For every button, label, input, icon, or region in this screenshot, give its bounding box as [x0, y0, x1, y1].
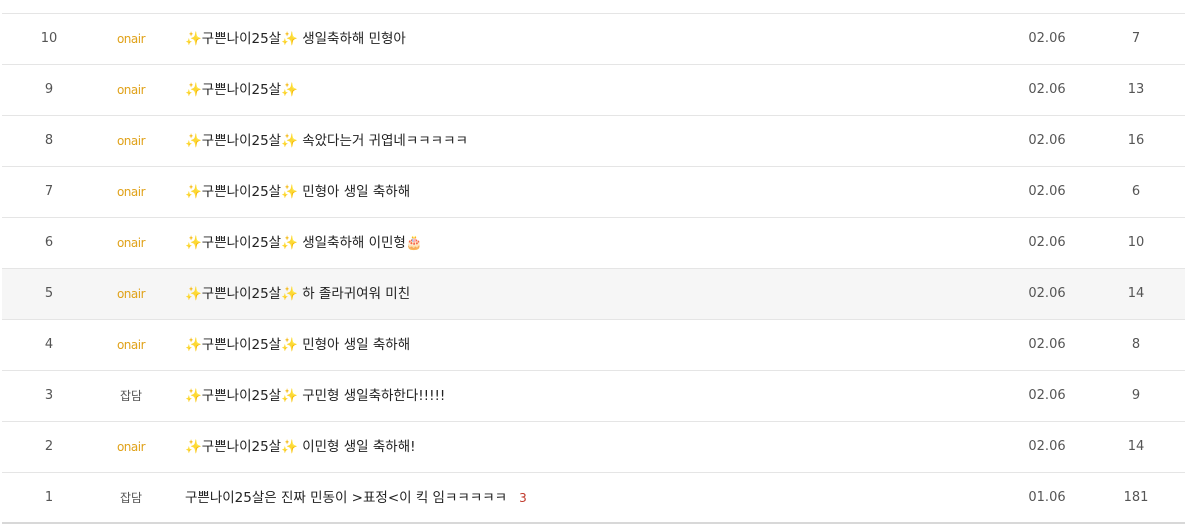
post-date: 02.06	[1028, 31, 1066, 46]
post-title-link[interactable]: ✨구쁜나이25살✨ 속았다는거 귀엽네ㅋㅋㅋㅋㅋ	[185, 133, 468, 149]
post-title-cell: ✨구쁜나이25살✨ 이민형 생일 축하해!	[185, 422, 416, 472]
post-title-cell: ✨구쁜나이25살✨ 민형아 생일 축하해	[185, 320, 410, 370]
table-row[interactable]: 3 잡담 ✨구쁜나이25살✨ 구민형 생일축하한다!!!!! 02.06 9	[2, 371, 1185, 422]
view-count: 16	[1127, 133, 1145, 148]
post-title-link[interactable]: 구쁜나이25살은 진짜 민동이 >표정<이 킥 임ㅋㅋㅋㅋㅋ	[185, 490, 507, 506]
post-title-cell: ✨구쁜나이25살✨	[185, 65, 298, 115]
post-number: 10	[40, 31, 58, 46]
post-number: 7	[44, 184, 54, 199]
table-row[interactable]: 5 onair ✨구쁜나이25살✨ 하 졸라귀여워 미친 02.06 14	[2, 269, 1185, 320]
table-row[interactable]: 2 onair ✨구쁜나이25살✨ 이민형 생일 축하해! 02.06 14	[2, 422, 1185, 473]
post-title-link[interactable]: ✨구쁜나이25살✨ 생일축하해 민형아	[185, 31, 406, 47]
post-number: 6	[44, 235, 54, 250]
table-row[interactable]: 1 잡담 구쁜나이25살은 진짜 민동이 >표정<이 킥 임ㅋㅋㅋㅋㅋ 3 01.06 1…	[2, 473, 1185, 524]
post-date: 02.06	[1028, 82, 1066, 97]
view-count: 6	[1131, 184, 1141, 199]
view-count: 9	[1131, 388, 1141, 403]
view-count: 14	[1127, 286, 1145, 301]
view-count: 7	[1131, 31, 1141, 46]
post-title-link[interactable]: ✨구쁜나이25살✨	[185, 82, 298, 98]
post-title-cell: ✨구쁜나이25살✨ 생일축하해 이민형🎂	[185, 218, 423, 268]
table-row[interactable]: 9 onair ✨구쁜나이25살✨ 02.06 13	[2, 65, 1185, 116]
table-row[interactable]: 8 onair ✨구쁜나이25살✨ 속았다는거 귀엽네ㅋㅋㅋㅋㅋ 02.06 16	[2, 116, 1185, 167]
post-category[interactable]: 잡담	[96, 473, 166, 523]
post-number: 4	[44, 337, 54, 352]
post-date: 02.06	[1028, 184, 1066, 199]
view-count: 13	[1127, 82, 1145, 97]
post-date: 02.06	[1028, 439, 1066, 454]
view-count: 14	[1127, 439, 1145, 454]
post-number: 8	[44, 133, 54, 148]
post-list: 10 onair ✨구쁜나이25살✨ 생일축하해 민형아 02.06 7 9 onair ✨구…	[2, 14, 1185, 524]
post-category[interactable]: onair	[96, 320, 166, 370]
post-title-cell: ✨구쁜나이25살✨ 하 졸라귀여워 미친	[185, 269, 410, 319]
table-row[interactable]: 7 onair ✨구쁜나이25살✨ 민형아 생일 축하해 02.06 6	[2, 167, 1185, 218]
post-date: 02.06	[1028, 388, 1066, 403]
post-title-link[interactable]: ✨구쁜나이25살✨ 이민형 생일 축하해!	[185, 439, 416, 455]
post-list-board: 10 onair ✨구쁜나이25살✨ 생일축하해 민형아 02.06 7 9 onair ✨구…	[2, 0, 1185, 526]
post-category[interactable]: onair	[96, 116, 166, 166]
view-count: 10	[1127, 235, 1145, 250]
post-category[interactable]: onair	[96, 269, 166, 319]
post-title-cell: 구쁜나이25살은 진짜 민동이 >표정<이 킥 임ㅋㅋㅋㅋㅋ 3	[185, 473, 527, 523]
post-number: 9	[44, 82, 54, 97]
post-title-link[interactable]: ✨구쁜나이25살✨ 민형아 생일 축하해	[185, 184, 410, 200]
post-title-link[interactable]: ✨구쁜나이25살✨ 구민형 생일축하한다!!!!!	[185, 388, 445, 404]
table-row[interactable]: 4 onair ✨구쁜나이25살✨ 민형아 생일 축하해 02.06 8	[2, 320, 1185, 371]
post-category[interactable]: onair	[96, 422, 166, 472]
post-category[interactable]: 잡담	[96, 371, 166, 421]
post-title-cell: ✨구쁜나이25살✨ 민형아 생일 축하해	[185, 167, 410, 217]
post-date: 02.06	[1028, 235, 1066, 250]
post-number: 3	[44, 388, 54, 403]
post-date: 01.06	[1028, 490, 1066, 505]
post-title-cell: ✨구쁜나이25살✨ 생일축하해 민형아	[185, 14, 406, 64]
table-row[interactable]: 10 onair ✨구쁜나이25살✨ 생일축하해 민형아 02.06 7	[2, 14, 1185, 65]
post-category[interactable]: onair	[96, 65, 166, 115]
post-category[interactable]: onair	[96, 167, 166, 217]
view-count: 8	[1131, 337, 1141, 352]
comment-count[interactable]: 3	[519, 491, 527, 505]
post-title-link[interactable]: ✨구쁜나이25살✨ 생일축하해 이민형🎂	[185, 235, 423, 251]
post-title-link[interactable]: ✨구쁜나이25살✨ 하 졸라귀여워 미친	[185, 286, 410, 302]
post-number: 2	[44, 439, 54, 454]
table-row[interactable]: 6 onair ✨구쁜나이25살✨ 생일축하해 이민형🎂 02.06 10	[2, 218, 1185, 269]
post-category[interactable]: onair	[96, 218, 166, 268]
post-number: 1	[44, 490, 54, 505]
post-date: 02.06	[1028, 337, 1066, 352]
post-date: 02.06	[1028, 133, 1066, 148]
post-title-cell: ✨구쁜나이25살✨ 속았다는거 귀엽네ㅋㅋㅋㅋㅋ	[185, 116, 468, 166]
post-title-link[interactable]: ✨구쁜나이25살✨ 민형아 생일 축하해	[185, 337, 410, 353]
post-number: 5	[44, 286, 54, 301]
post-title-cell: ✨구쁜나이25살✨ 구민형 생일축하한다!!!!!	[185, 371, 445, 421]
post-category[interactable]: onair	[96, 14, 166, 64]
post-date: 02.06	[1028, 286, 1066, 301]
view-count: 181	[1123, 490, 1149, 505]
